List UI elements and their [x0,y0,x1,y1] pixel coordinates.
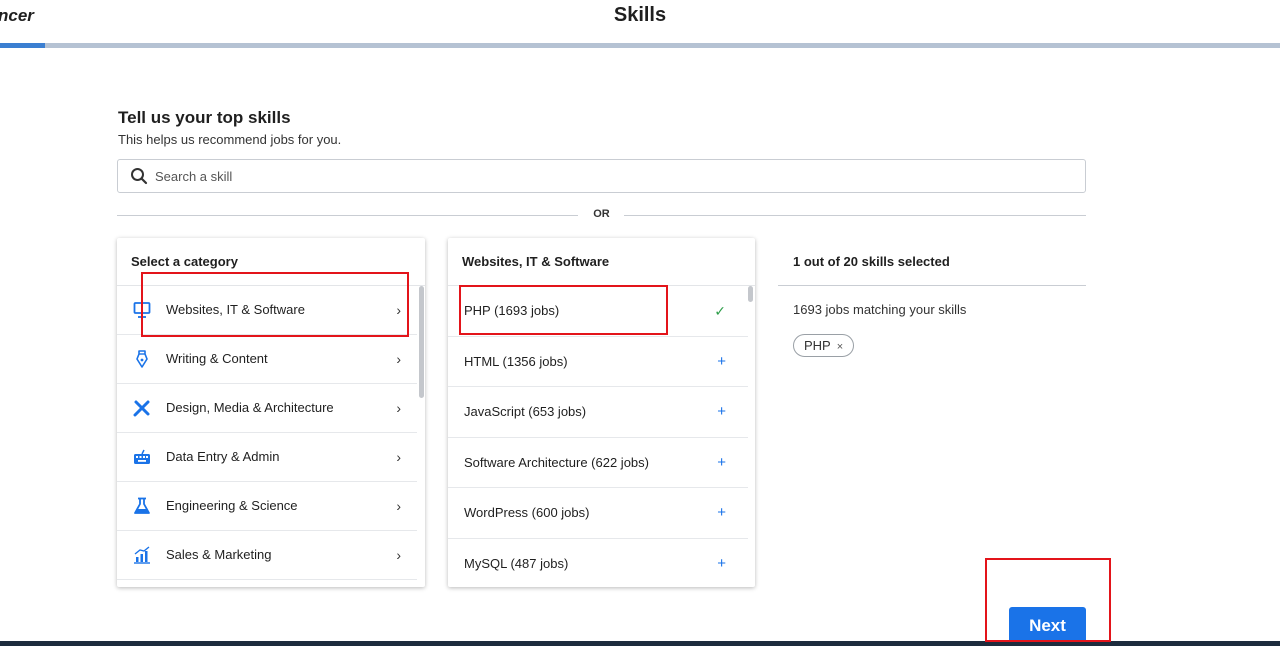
chevron-right-icon: › [396,351,401,367]
category-label: Websites, IT & Software [166,302,305,317]
category-item-sales-marketing[interactable]: Sales & Marketing › [117,531,417,580]
chevron-right-icon: › [396,302,401,318]
category-panel-header: Select a category [117,238,425,286]
section-heading: Tell us your top skills [118,108,291,127]
skill-search-box[interactable] [117,159,1086,193]
skill-label: MySQL (487 jobs) [464,555,569,571]
add-icon[interactable]: + [717,337,726,387]
skill-search-input[interactable] [155,160,1055,192]
add-icon[interactable]: + [717,438,726,488]
skill-item-javascript[interactable]: JavaScript (653 jobs) + [448,387,748,438]
category-item-writing-content[interactable]: Writing & Content › [117,335,417,384]
skills-panel: Websites, IT & Software PHP (1693 jobs) … [448,238,755,587]
check-icon[interactable]: ✓ [714,286,726,336]
category-item-design-media-architecture[interactable]: Design, Media & Architecture › [117,384,417,433]
category-label: Engineering & Science [166,498,298,513]
category-label: Design, Media & Architecture [166,400,334,415]
skill-label: JavaScript (653 jobs) [464,404,587,419]
search-icon [131,168,148,185]
selected-skill-chip: PHP × [793,334,855,357]
next-button[interactable]: Next [1009,607,1086,645]
category-label: Sales & Marketing [166,547,272,562]
top-bar: ncer Skills [0,0,1280,42]
add-icon[interactable]: + [717,387,726,437]
add-icon[interactable]: + [717,539,726,588]
pen-nib-icon [136,350,148,368]
skill-label: HTML (1356 jobs) [464,353,568,369]
keyboard-icon [134,449,150,464]
category-item-websites-it-software[interactable]: Websites, IT & Software › [117,286,417,335]
or-divider: OR [117,207,1086,223]
skill-label: WordPress (600 jobs) [464,505,590,520]
monitor-icon [133,302,151,318]
skill-item-wordpress[interactable]: WordPress (600 jobs) + [448,488,748,539]
category-scrollbar[interactable] [419,286,424,398]
chevron-right-icon: › [396,400,401,416]
progress-bar [0,43,1280,48]
divider-line-right [624,215,1086,216]
chart-icon [134,546,150,564]
skill-item-html[interactable]: HTML (1356 jobs) + [448,337,748,387]
category-label: Writing & Content [166,351,268,366]
chip-label: PHP [804,338,831,353]
progress-bar-fill [0,43,45,48]
skill-item-software-architecture[interactable]: Software Architecture (622 jobs) + [448,438,748,488]
add-icon[interactable]: + [717,488,726,538]
close-icon[interactable]: × [837,341,843,353]
category-item-engineering-science[interactable]: Engineering & Science › [117,482,417,531]
skill-item-php[interactable]: PHP (1693 jobs) ✓ [448,286,748,337]
category-item-data-entry-admin[interactable]: Data Entry & Admin › [117,433,417,482]
flask-icon [134,497,150,514]
skills-scrollbar[interactable] [748,286,753,302]
category-panel: Select a category Websites, IT & Softwar… [117,238,425,587]
chevron-right-icon: › [396,498,401,514]
skill-item-mysql[interactable]: MySQL (487 jobs) + [448,539,748,588]
skill-label: PHP (1693 jobs) [464,303,560,318]
category-label: Data Entry & Admin [166,449,280,464]
skill-label: Software Architecture (622 jobs) [464,454,649,470]
category-list: Websites, IT & Software › Writing & Cont… [117,286,417,580]
footer-bar [0,641,1280,646]
section-subheading: This helps us recommend jobs for you. [118,132,342,147]
skills-selected-count: 1 out of 20 skills selected [778,238,1086,286]
selected-skills-panel: 1 out of 20 skills selected 1693 jobs ma… [778,238,1086,357]
jobs-matching-text: 1693 jobs matching your skills [793,302,967,317]
chevron-right-icon: › [396,449,401,465]
chevron-right-icon: › [396,547,401,563]
or-label: OR [593,208,610,220]
page-title: Skills [613,4,667,26]
skill-list: PHP (1693 jobs) ✓ HTML (1356 jobs) + Jav… [448,286,748,587]
design-tools-icon [133,400,150,417]
skills-panel-header: Websites, IT & Software [448,238,755,286]
